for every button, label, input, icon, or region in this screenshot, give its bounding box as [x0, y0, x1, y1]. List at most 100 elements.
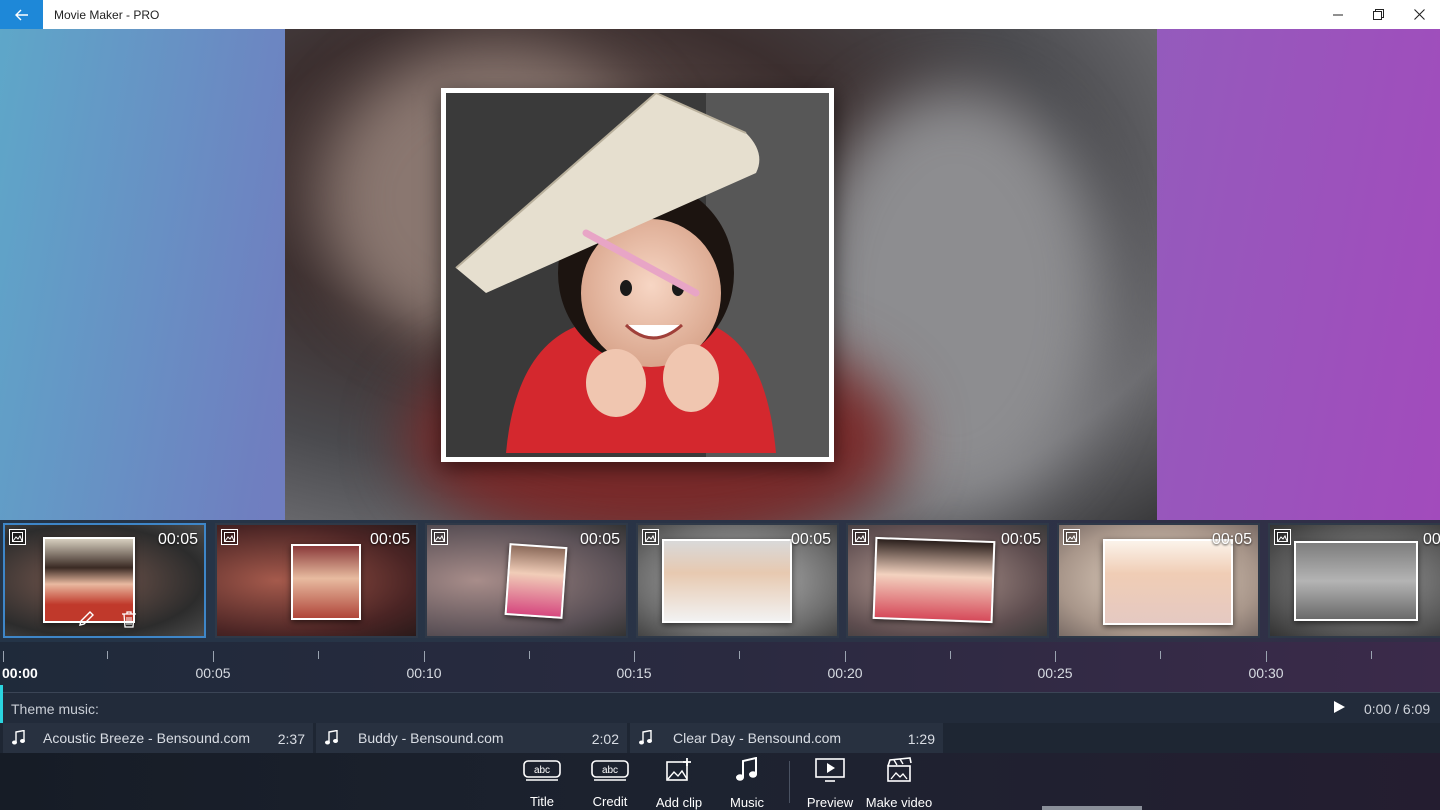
music-track-item[interactable]: Clear Day - Bensound.com 1:29	[630, 723, 943, 753]
make-video-label: Make video	[865, 795, 933, 810]
close-button[interactable]	[1399, 0, 1440, 29]
music-label: Music	[730, 795, 764, 810]
ruler-tick	[1055, 651, 1056, 662]
ruler-label: 00:20	[827, 665, 863, 681]
music-note-icon	[630, 730, 660, 746]
music-note-icon	[3, 730, 33, 746]
clip-thumbnail	[662, 539, 792, 623]
theme-music-label: Theme music:	[11, 701, 99, 717]
app-title: Movie Maker - PRO	[54, 7, 160, 22]
ruler-tick	[950, 651, 951, 659]
add-clip-label: Add clip	[655, 795, 703, 810]
edit-clip-button[interactable]	[75, 608, 97, 630]
clip-thumbnail	[1294, 541, 1418, 621]
image-icon	[431, 529, 448, 545]
delete-clip-button[interactable]	[118, 608, 140, 630]
restore-icon	[1373, 9, 1384, 20]
clip-duration: 00:05	[1000, 531, 1041, 548]
clip-thumbnail	[872, 536, 996, 624]
clip-item[interactable]: 00:05	[1057, 523, 1260, 638]
track-length: 2:37	[277, 731, 305, 747]
back-button[interactable]	[0, 0, 43, 29]
playhead-marker[interactable]	[0, 685, 3, 723]
clip-item[interactable]: 00:05	[636, 523, 839, 638]
ruler-label: 00:15	[616, 665, 652, 681]
clip-item[interactable]: 00:05	[425, 523, 628, 638]
ruler-tick	[107, 651, 108, 659]
music-tracks: Acoustic Breeze - Bensound.com 2:37 Budd…	[0, 723, 1440, 753]
clip-duration: 00:05	[1422, 531, 1440, 548]
clip-duration: 00:05	[1211, 531, 1252, 548]
credit-button[interactable]: abc Credit	[588, 757, 632, 809]
ruler-tick	[1160, 651, 1161, 659]
preview-stage	[0, 29, 1440, 520]
clip-duration: 00:05	[790, 531, 831, 548]
child-photo-illustration	[446, 93, 829, 457]
clip-duration: 00:05	[579, 531, 620, 548]
track-name: Acoustic Breeze - Bensound.com	[43, 730, 250, 746]
ruler-label: 00:25	[1037, 665, 1073, 681]
music-note-icon	[735, 757, 759, 783]
ruler-label: 00:30	[1248, 665, 1284, 681]
ruler-tick	[739, 651, 740, 659]
restore-button[interactable]	[1358, 0, 1399, 29]
ruler-tick	[1371, 651, 1372, 659]
music-track-item[interactable]: Acoustic Breeze - Bensound.com 2:37	[3, 723, 313, 753]
playback-time: 0:00 / 6:09	[1364, 701, 1431, 717]
image-icon	[1063, 529, 1080, 545]
credit-icon: abc	[591, 757, 629, 782]
theme-music-row: Theme music: 0:00 / 6:09	[0, 685, 1440, 723]
image-icon	[1274, 529, 1291, 545]
music-note-icon	[316, 730, 346, 746]
clip-item[interactable]: 00:05	[1268, 523, 1440, 638]
time-ruler[interactable]: 00:00 00:05 00:10 00:15 00:20 00:25 00:3…	[0, 642, 1440, 692]
ruler-label: 00:10	[406, 665, 442, 681]
close-icon	[1414, 9, 1425, 20]
add-image-icon	[665, 757, 693, 783]
preview-label: Preview	[806, 795, 854, 810]
toolbar-divider	[789, 761, 790, 803]
window-controls	[1317, 0, 1440, 29]
pencil-icon	[79, 611, 94, 626]
minimize-button[interactable]	[1317, 0, 1358, 29]
clip-item[interactable]: 00:05	[846, 523, 1049, 638]
ruler-tick	[318, 651, 319, 659]
preview-photo	[441, 88, 834, 462]
track-name: Buddy - Bensound.com	[358, 730, 504, 746]
ruler-tick	[3, 651, 4, 662]
add-clip-button[interactable]: Add clip	[652, 757, 706, 810]
image-icon	[221, 529, 238, 545]
clip-duration: 00:05	[157, 531, 198, 548]
ruler-tick	[845, 651, 846, 662]
play-icon	[1334, 701, 1345, 713]
play-button[interactable]	[1332, 700, 1348, 716]
ruler-tick	[634, 651, 635, 662]
ruler-tick	[424, 651, 425, 662]
ruler-label: 00:00	[2, 665, 38, 681]
music-track-item[interactable]: Buddy - Bensound.com 2:02	[316, 723, 627, 753]
ruler-tick	[529, 651, 530, 659]
title-icon: abc	[523, 757, 561, 782]
preview-icon	[815, 757, 845, 783]
clip-item[interactable]: 00:05	[215, 523, 418, 638]
photo-image	[446, 93, 829, 457]
music-button[interactable]: Music	[727, 757, 767, 810]
image-icon	[852, 529, 869, 545]
clip-timeline: 00:05 00:05 00:05 00:05 00:05 00:05 00	[0, 520, 1440, 642]
image-icon	[642, 529, 659, 545]
clip-thumbnail	[1103, 539, 1233, 625]
credit-icon-text: abc	[602, 765, 618, 776]
ruler-label: 00:05	[195, 665, 231, 681]
clip-duration: 00:05	[369, 531, 410, 548]
title-bar: Movie Maker - PRO	[0, 0, 1440, 29]
title-label: Title	[529, 794, 555, 809]
clip-item[interactable]: 00:05	[3, 523, 206, 638]
track-name: Clear Day - Bensound.com	[673, 730, 842, 746]
bottom-toolbar: abc Title abc Credit Add clip Music Prev…	[0, 753, 1440, 810]
preview-button[interactable]: Preview	[806, 757, 854, 810]
track-length: 1:29	[907, 731, 935, 747]
ruler-tick	[213, 651, 214, 662]
title-button[interactable]: abc Title	[520, 757, 564, 809]
make-video-button[interactable]: Make video	[864, 757, 934, 810]
minimize-icon	[1332, 14, 1343, 15]
